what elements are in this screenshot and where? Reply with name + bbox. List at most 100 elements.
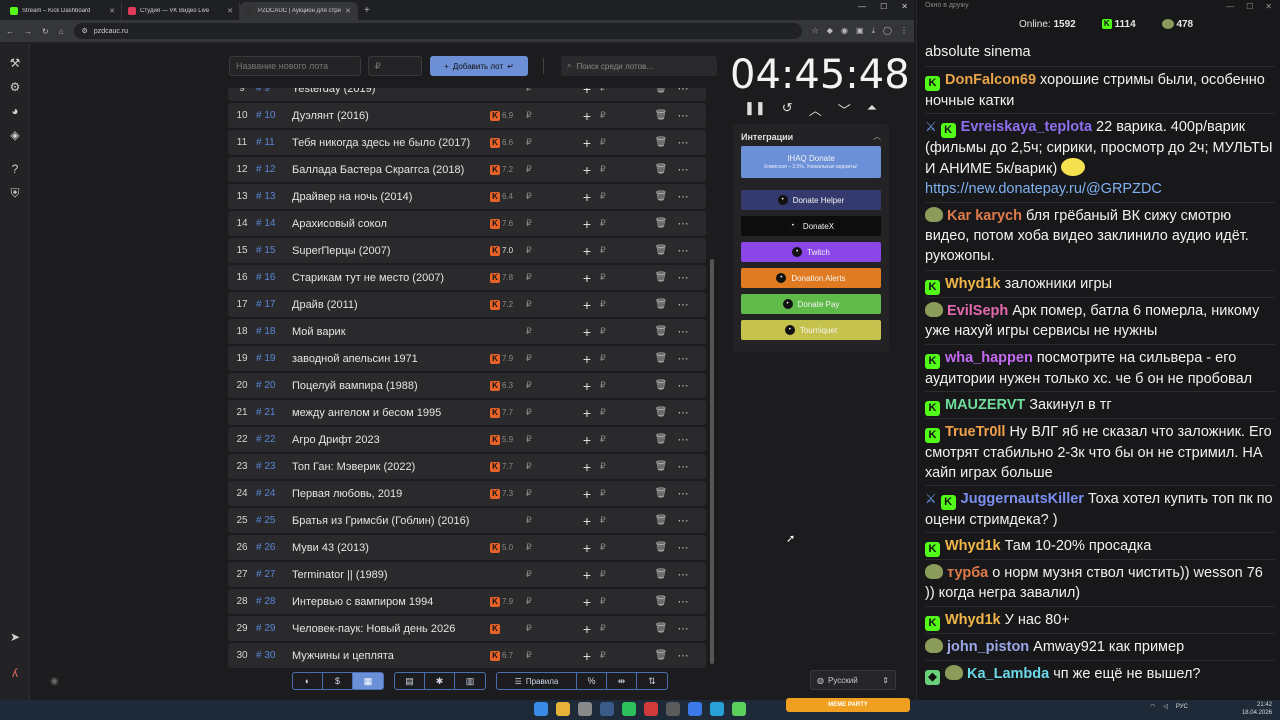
more-dots-icon[interactable]: ⋯ <box>672 136 694 149</box>
lot-add-input[interactable]: ₽ <box>600 218 650 229</box>
reset-icon[interactable]: ↺ <box>782 100 793 119</box>
delete-icon[interactable]: 🗑 <box>650 191 672 202</box>
brand-logo-icon[interactable]: ʎ <box>8 666 22 680</box>
delete-icon[interactable]: 🗑 <box>650 596 672 607</box>
more-dots-icon[interactable]: ⋯ <box>672 487 694 500</box>
lot-add-input[interactable]: ₽ <box>600 164 650 175</box>
app-icon[interactable] <box>732 702 746 716</box>
minimize-icon[interactable]: — <box>858 2 866 11</box>
integration-button[interactable]: • Donate Helper <box>741 190 881 210</box>
wifi-icon[interactable]: ◠ <box>1150 703 1155 710</box>
more-dots-icon[interactable]: ⋯ <box>672 460 694 473</box>
delete-icon[interactable]: 🗑 <box>650 515 672 526</box>
lot-add-input[interactable]: ₽ <box>600 380 650 391</box>
delete-icon[interactable]: 🗑 <box>650 218 672 229</box>
lot-id[interactable]: # 20 <box>256 380 292 391</box>
tab-close-icon[interactable]: ✕ <box>227 7 233 15</box>
lot-add-input[interactable]: ₽ <box>600 191 650 202</box>
lot-id[interactable]: # 29 <box>256 623 292 634</box>
more-dots-icon[interactable]: ⋯ <box>672 190 694 203</box>
add-amount-icon[interactable]: + <box>574 351 600 367</box>
delete-icon[interactable]: 🗑 <box>650 110 672 121</box>
menu-dots-icon[interactable]: ⋮ <box>900 26 908 36</box>
delete-icon[interactable]: 🗑 <box>650 245 672 256</box>
add-amount-icon[interactable]: + <box>574 513 600 529</box>
sort-icon[interactable]: ⇅ <box>637 673 667 689</box>
language-select[interactable]: ◍ Русский ⇕ <box>810 670 896 690</box>
more-dots-icon[interactable]: ⋯ <box>672 622 694 635</box>
steam-icon[interactable] <box>600 702 614 716</box>
search-lots-input[interactable]: ⌕ Поиск среди лотов... <box>561 56 717 76</box>
more-dots-icon[interactable]: ⋯ <box>672 271 694 284</box>
forward-icon[interactable]: → <box>24 27 32 36</box>
settings-gear-icon[interactable]: ⚙ <box>8 80 22 94</box>
add-amount-icon[interactable]: + <box>574 594 600 610</box>
chat-username[interactable]: TrueTr0ll <box>945 424 1005 440</box>
clipboard-icon[interactable]: ▤ <box>395 673 425 689</box>
lot-name[interactable]: Братья из Гримсби (Гоблин) (2016) <box>292 515 490 527</box>
lot-add-input[interactable]: ₽ <box>600 299 650 310</box>
more-dots-icon[interactable]: ⋯ <box>672 649 694 662</box>
chat-link[interactable]: https://new.donatepay.ru/@GRPZDC <box>925 181 1162 197</box>
add-amount-icon[interactable]: + <box>574 324 600 340</box>
home-icon[interactable]: ⌂ <box>59 27 64 36</box>
lot-name[interactable]: Агро Дрифт 2023 <box>292 434 490 446</box>
spotify-icon[interactable] <box>622 702 636 716</box>
lot-add-input[interactable]: ₽ <box>600 434 650 445</box>
lot-name[interactable]: Арахисовый сокол <box>292 218 490 230</box>
integration-button[interactable]: • Tourniquet <box>741 320 881 340</box>
browser-tab[interactable]: PZDCAUC | Аукцион для стри ✕ <box>240 2 358 20</box>
chat-username[interactable]: Ka_Lambda <box>967 666 1049 682</box>
lot-add-input[interactable]: ₽ <box>600 110 650 121</box>
more-dots-icon[interactable]: ⋯ <box>672 217 694 230</box>
delete-icon[interactable]: 🗑 <box>650 299 672 310</box>
maximize-icon[interactable]: ☐ <box>1246 2 1253 11</box>
lot-add-input[interactable]: ₽ <box>600 88 650 94</box>
integration-button[interactable]: IHAQ Donate Комиссия – 3,5%. Уникальные в… <box>741 146 881 178</box>
download-icon[interactable]: ⤓ <box>872 26 876 36</box>
lot-add-input[interactable]: ₽ <box>600 650 650 661</box>
chevron-down-icon[interactable]: ﹀ <box>838 100 851 119</box>
lot-add-input[interactable]: ₽ <box>600 272 650 283</box>
start-windows-icon[interactable] <box>534 702 548 716</box>
lot-add-input[interactable]: ₽ <box>600 461 650 472</box>
lot-add-input[interactable]: ₽ <box>600 407 650 418</box>
lot-add-input[interactable]: ₽ <box>600 326 650 337</box>
maximize-icon[interactable]: ☐ <box>880 2 887 11</box>
new-lot-name-input[interactable]: Название нового лота <box>229 56 361 76</box>
lot-add-input[interactable]: ₽ <box>600 542 650 553</box>
extension-icon[interactable]: ▣ <box>856 26 864 36</box>
chat-username[interactable]: Whyd1k <box>945 612 1001 628</box>
integration-button[interactable]: • Twitch <box>741 242 881 262</box>
delete-icon[interactable]: 🗑 <box>650 326 672 337</box>
lot-name[interactable]: Мужчины и цеплята <box>292 650 490 662</box>
lot-name[interactable]: Человек-паук: Новый день 2026 <box>292 623 490 635</box>
lot-id[interactable]: # 17 <box>256 299 292 310</box>
tab-close-icon[interactable]: ✕ <box>345 7 351 15</box>
lot-id[interactable]: # 15 <box>256 245 292 256</box>
chat-username[interactable]: JuggernautsKiller <box>961 491 1084 507</box>
lot-id[interactable]: # 11 <box>256 137 292 148</box>
delete-icon[interactable]: 🗑 <box>650 407 672 418</box>
telegram-icon[interactable]: ➤ <box>8 630 22 644</box>
chat-username[interactable]: john_piston <box>947 639 1029 655</box>
more-dots-icon[interactable]: ⋯ <box>672 109 694 122</box>
more-dots-icon[interactable]: ⋯ <box>672 406 694 419</box>
app-icon[interactable] <box>644 702 658 716</box>
chrome-icon[interactable] <box>556 702 570 716</box>
lot-id[interactable]: # 27 <box>256 569 292 580</box>
add-amount-icon[interactable]: + <box>574 621 600 637</box>
new-tab-icon[interactable]: + <box>364 2 370 20</box>
app-icon[interactable] <box>666 702 680 716</box>
lot-add-input[interactable]: ₽ <box>600 353 650 364</box>
telegram-icon[interactable] <box>710 702 724 716</box>
help-icon[interactable]: ? <box>8 162 22 176</box>
lot-id[interactable]: # 24 <box>256 488 292 499</box>
double-chevron-up-icon[interactable]: ⏶ <box>867 100 877 119</box>
layers-icon[interactable]: ◈ <box>8 128 22 142</box>
add-amount-icon[interactable]: + <box>574 459 600 475</box>
chat-username[interactable]: DonFalcon69 <box>945 72 1036 88</box>
lot-id[interactable]: # 23 <box>256 461 292 472</box>
tab-close-icon[interactable]: ✕ <box>109 7 115 15</box>
more-dots-icon[interactable]: ⋯ <box>672 514 694 527</box>
